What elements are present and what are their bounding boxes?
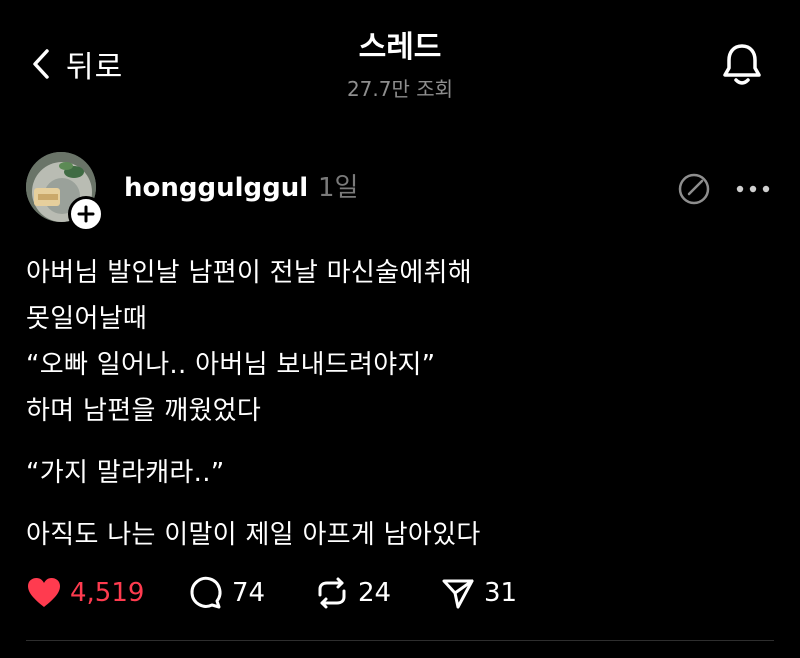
action-bar: 4,519 74 24 31 bbox=[26, 570, 766, 616]
repost-count: 24 bbox=[358, 578, 392, 608]
page-title: 스레드 bbox=[358, 30, 442, 65]
title-block: 스레드 27.7만 조회 bbox=[250, 28, 550, 102]
username[interactable]: honggulggul bbox=[124, 170, 308, 206]
post-time: 1일 bbox=[318, 173, 359, 203]
edit-icon[interactable] bbox=[676, 171, 712, 207]
post-line: “가지 말라캐라..” bbox=[26, 458, 225, 488]
post-line: “오빠 일어나.. 아버님 보내드려야지” bbox=[26, 350, 436, 380]
heart-icon bbox=[28, 578, 60, 607]
post-line: 아직도 나는 이말이 제일 아프게 남아있다 bbox=[26, 520, 481, 550]
follow-button[interactable] bbox=[68, 196, 104, 232]
view-count: 27.7만 조회 bbox=[346, 77, 454, 101]
comment-button[interactable]: 74 bbox=[188, 570, 265, 616]
repost-icon bbox=[318, 577, 346, 609]
like-count: 4,519 bbox=[70, 578, 145, 608]
header: 뒤로 스레드 27.7만 조회 bbox=[0, 0, 800, 120]
comment-bubble-icon bbox=[190, 576, 222, 609]
share-count: 31 bbox=[484, 578, 518, 608]
back-label: 뒤로 bbox=[66, 50, 124, 85]
post-body: 아버님 발인날 남편이 전날 마신술에취해 못일어날때 “오빠 일어나.. 아버… bbox=[26, 250, 766, 558]
like-button[interactable]: 4,519 bbox=[26, 570, 144, 616]
share-button[interactable]: 31 bbox=[440, 570, 517, 616]
post-line: 못일어날때 bbox=[26, 304, 148, 334]
comment-count: 74 bbox=[232, 578, 266, 608]
post-line: 하며 남편을 깨웠었다 bbox=[26, 396, 262, 426]
chevron-left-icon bbox=[33, 49, 49, 79]
send-icon bbox=[442, 579, 474, 609]
plus-icon bbox=[77, 205, 95, 223]
divider bbox=[26, 640, 774, 641]
back-button[interactable]: 뒤로 bbox=[30, 38, 123, 90]
post-line: 아버님 발인날 남편이 전날 마신술에취해 bbox=[26, 258, 472, 288]
bell-icon[interactable] bbox=[716, 38, 768, 90]
more-horizontal-icon[interactable] bbox=[734, 176, 772, 202]
repost-button[interactable]: 24 bbox=[314, 570, 391, 616]
